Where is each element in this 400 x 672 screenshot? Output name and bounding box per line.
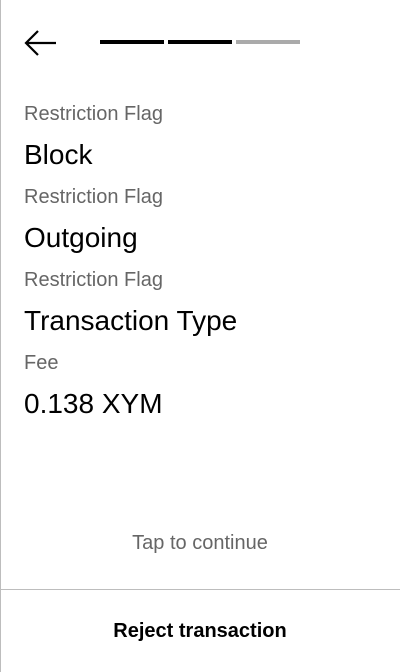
left-border: [0, 0, 1, 672]
progress-step-3: [236, 40, 300, 44]
progress-step-1: [100, 40, 164, 44]
transaction-details: Restriction Flag Block Restriction Flag …: [24, 100, 237, 432]
field-label: Restriction Flag: [24, 186, 163, 208]
tap-to-continue[interactable]: Tap to continue: [0, 532, 400, 555]
field-value: Block: [24, 139, 93, 170]
field-label: Restriction Flag: [24, 103, 163, 125]
reject-transaction-button[interactable]: Reject transaction: [0, 590, 400, 672]
field-value: Transaction Type: [24, 305, 238, 336]
field-value: Outgoing: [24, 222, 138, 253]
field-label: Restriction Flag: [24, 269, 163, 291]
arrow-left-icon: [24, 30, 56, 56]
field-value: 0.138 XYM: [24, 388, 163, 419]
field-label: Fee: [24, 352, 59, 374]
back-button[interactable]: [22, 28, 58, 58]
progress-step-2: [168, 40, 232, 44]
